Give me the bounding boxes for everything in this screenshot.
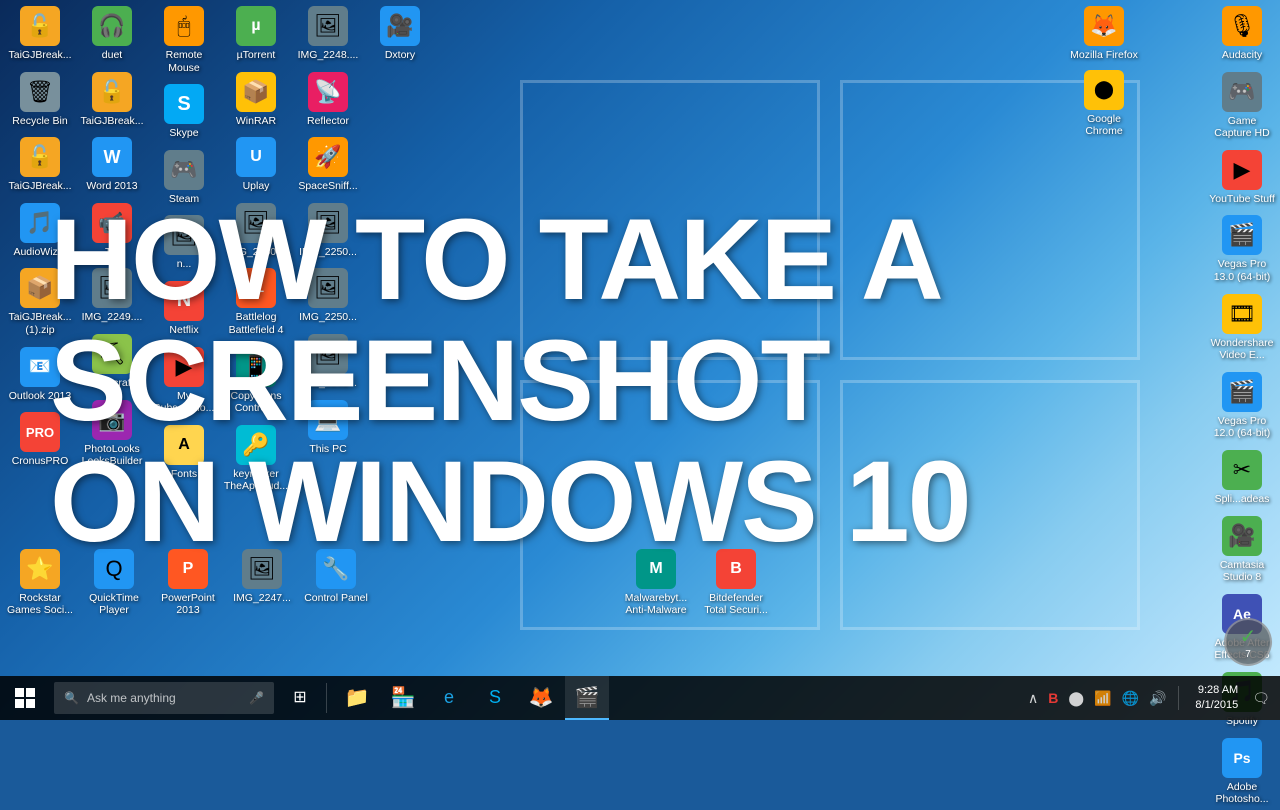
icon-dxtory[interactable]: 🎥Dxtory bbox=[364, 2, 436, 66]
taskbar-store[interactable]: 🏪 bbox=[381, 676, 425, 720]
taskview-button[interactable]: ⊞ bbox=[278, 676, 322, 720]
tray-icon-2[interactable]: ⬤ bbox=[1066, 688, 1086, 709]
icon-reflector[interactable]: 📡Reflector bbox=[292, 68, 364, 132]
tray-bitdefender[interactable]: B bbox=[1046, 688, 1060, 708]
taskbar-search[interactable]: 🔍 Ask me anything 🎤 bbox=[54, 682, 274, 714]
taskbar-ie[interactable]: e bbox=[427, 676, 471, 720]
icon-google-chrome[interactable]: ⬤Google Chrome bbox=[1068, 66, 1140, 142]
overlay-line2: ON WINDOWS 10 bbox=[50, 442, 1280, 563]
search-icon: 🔍 bbox=[64, 691, 79, 705]
icon-game-capture[interactable]: 🎮Game Capture HD bbox=[1206, 68, 1278, 144]
start-button[interactable] bbox=[0, 676, 50, 720]
overlay-line1: HOW TO TAKE A SCREENSHOT bbox=[50, 200, 1280, 442]
system-clock[interactable]: 9:28 AM 8/1/2015 bbox=[1189, 683, 1244, 714]
clock-time: 9:28 AM bbox=[1195, 683, 1238, 698]
tray-volume[interactable]: 🔊 bbox=[1147, 688, 1168, 709]
icon-mozilla-firefox[interactable]: 🦊Mozilla Firefox bbox=[1068, 2, 1140, 66]
icon-winrar[interactable]: 📦WinRAR bbox=[220, 68, 292, 132]
icon-col-6: 🎥Dxtory bbox=[364, 2, 436, 66]
taskbar-skype[interactable]: S bbox=[473, 676, 517, 720]
icon-recycle-bin[interactable]: 🗑Recycle Bin bbox=[4, 68, 76, 132]
icon-spacesniff[interactable]: 🚀SpaceSniff... bbox=[292, 133, 364, 197]
icon-photoshop[interactable]: PsAdobe Photosho... bbox=[1206, 734, 1278, 810]
icon-skype[interactable]: SSkype bbox=[148, 80, 220, 144]
clock-date: 8/1/2015 bbox=[1195, 698, 1238, 713]
tray-chevron[interactable]: ∧ bbox=[1026, 688, 1040, 709]
taskbar-pinned-apps: 📁 🏪 e S 🦊 🎬 bbox=[335, 676, 609, 720]
taskbar-tray: ∧ B ⬤ 📶 🌐 🔊 9:28 AM 8/1/2015 🗨 bbox=[1018, 676, 1280, 720]
taskbar-firefox[interactable]: 🦊 bbox=[519, 676, 563, 720]
tray-icon-3[interactable]: 📶 bbox=[1092, 688, 1113, 709]
icon-col-top-right: 🦊Mozilla Firefox ⬤Google Chrome bbox=[1068, 2, 1140, 142]
taskbar: 🔍 Ask me anything 🎤 ⊞ 📁 🏪 e S 🦊 🎬 ∧ B ⬤ … bbox=[0, 676, 1280, 720]
icon-duet[interactable]: 🎧duet bbox=[76, 2, 148, 66]
icon-uplay[interactable]: UUplay bbox=[220, 133, 292, 197]
mic-icon: 🎤 bbox=[249, 691, 264, 705]
icon-img2248[interactable]: 🖼IMG_2248.... bbox=[292, 2, 364, 66]
icon-utorrent[interactable]: µµTorrent bbox=[220, 2, 292, 66]
icon-remote-mouse[interactable]: 🖱Remote Mouse bbox=[148, 2, 220, 78]
notif-check-icon: ✓ bbox=[1240, 624, 1257, 649]
notification-circle[interactable]: ✓ 7 bbox=[1224, 618, 1272, 666]
overlay-text: HOW TO TAKE A SCREENSHOT ON WINDOWS 10 bbox=[50, 200, 1280, 562]
search-placeholder: Ask me anything bbox=[87, 691, 176, 705]
taskbar-divider bbox=[326, 683, 327, 713]
icon-audacity[interactable]: 🎙Audacity bbox=[1206, 2, 1278, 66]
icon-taigj1[interactable]: 🔓TaiGJBreak... bbox=[4, 2, 76, 66]
tray-network[interactable]: 🌐 bbox=[1120, 688, 1141, 709]
tray-divider bbox=[1178, 686, 1179, 710]
taskbar-media[interactable]: 🎬 bbox=[565, 676, 609, 720]
icon-word[interactable]: WWord 2013 bbox=[76, 133, 148, 197]
taskbar-file-explorer[interactable]: 📁 bbox=[335, 676, 379, 720]
icon-taigj2[interactable]: 🔓TaiGJBreak... bbox=[4, 133, 76, 197]
notif-number: 7 bbox=[1245, 649, 1251, 660]
tray-action-center[interactable]: 🗨 bbox=[1250, 688, 1272, 709]
icon-taigj3[interactable]: 🔓TaiGJBreak... bbox=[76, 68, 148, 132]
